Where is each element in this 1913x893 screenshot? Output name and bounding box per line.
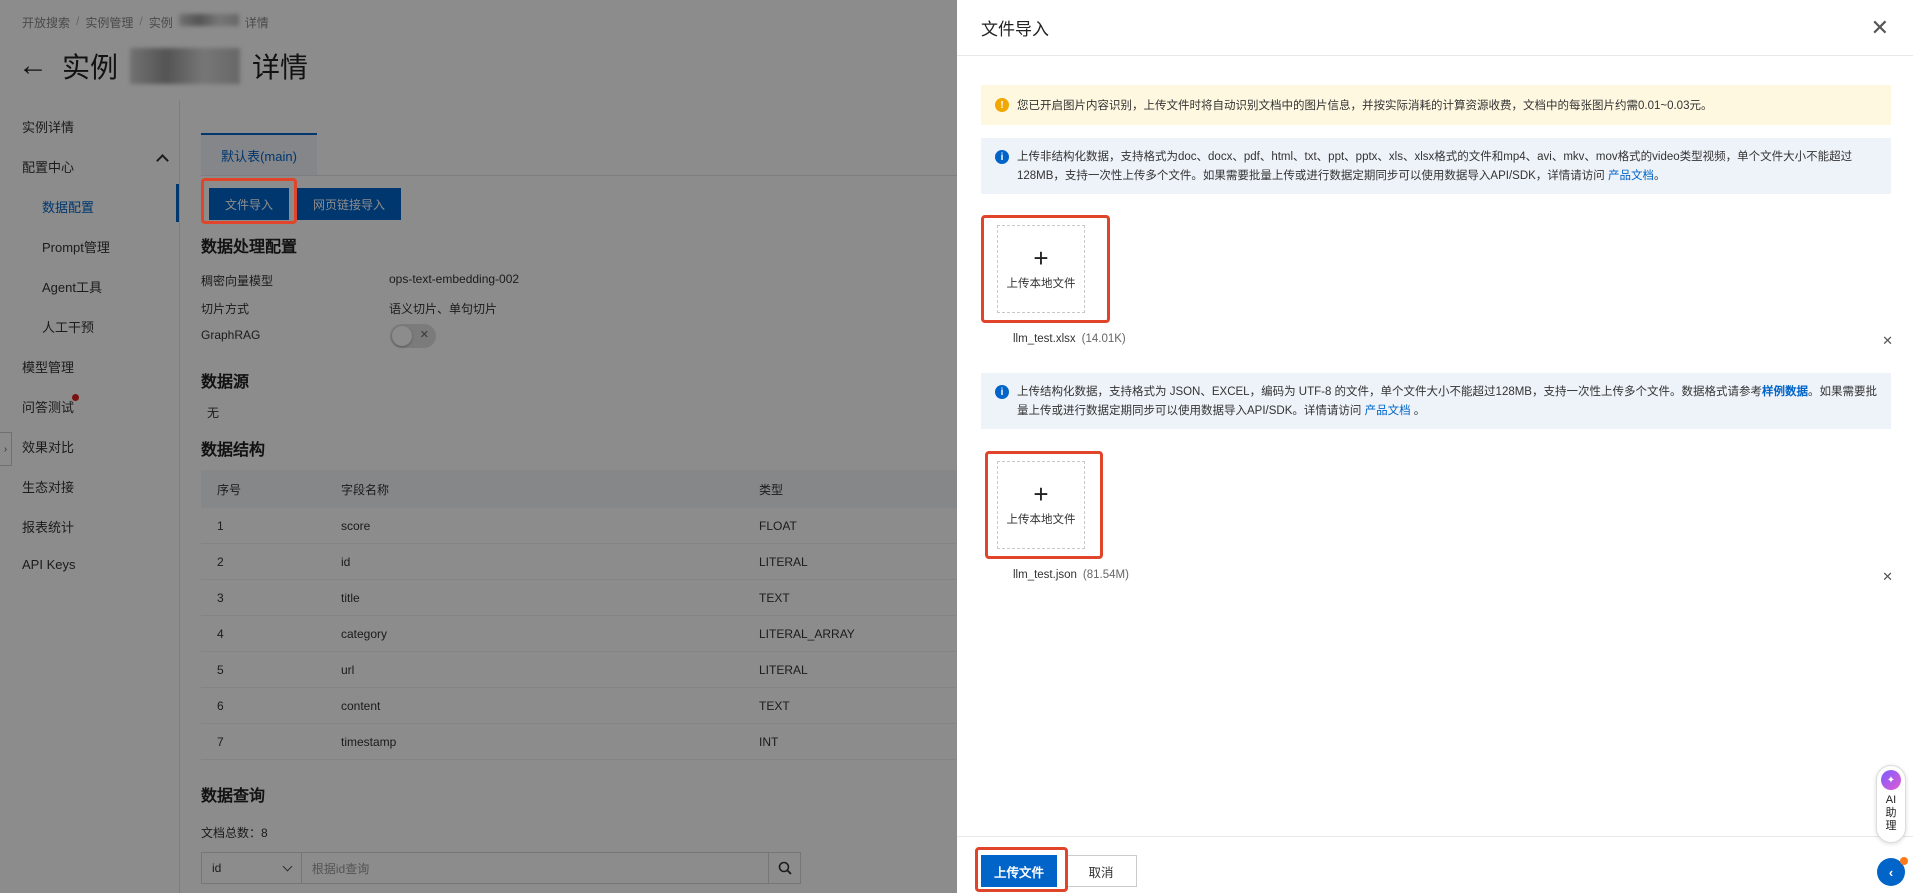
- warning-icon: !: [995, 98, 1009, 112]
- remove-file-icon[interactable]: ✕: [1882, 333, 1893, 349]
- modal-mask[interactable]: [0, 0, 957, 893]
- structured-text-a: 上传结构化数据，支持格式为 JSON、EXCEL，编码为 UTF-8 的文件，单…: [1017, 386, 1762, 398]
- assistant-label: AI: [1885, 794, 1897, 806]
- file-import-drawer: 文件导入 ✕ ! 您已开启图片内容识别，上传文件时将自动识别文档中的图片信息，并…: [957, 0, 1913, 893]
- drawer-footer: 上传文件 取消: [957, 836, 1913, 893]
- plus-icon: +: [1033, 243, 1049, 273]
- structured-info: i 上传结构化数据，支持格式为 JSON、EXCEL，编码为 UTF-8 的文件…: [981, 373, 1891, 429]
- assistant-label: 助: [1885, 807, 1897, 819]
- upload-local-file-structured[interactable]: + 上传本地文件: [997, 461, 1085, 549]
- upload-label: 上传本地文件: [1006, 514, 1076, 526]
- notification-dot: [1900, 857, 1908, 865]
- product-doc-link[interactable]: 产品文档: [1365, 405, 1411, 417]
- remove-file-icon[interactable]: ✕: [1882, 569, 1893, 585]
- assistant-label: 理: [1885, 820, 1897, 832]
- file-size: (81.54M): [1082, 569, 1129, 581]
- product-doc-link[interactable]: 产品文档: [1608, 170, 1654, 182]
- info-icon: i: [995, 385, 1009, 399]
- image-recognition-notice: ! 您已开启图片内容识别，上传文件时将自动识别文档中的图片信息，并按实际消耗的计…: [981, 85, 1891, 125]
- ai-assistant-widget[interactable]: ✦ AI 助 理: [1876, 765, 1906, 843]
- period: 。: [1410, 405, 1426, 417]
- drawer-title: 文件导入: [981, 20, 1049, 39]
- sample-data-link[interactable]: 样例数据: [1762, 386, 1808, 398]
- cancel-button[interactable]: 取消: [1065, 855, 1137, 887]
- upload-local-file-unstructured[interactable]: + 上传本地文件: [997, 225, 1085, 313]
- info-icon: i: [995, 150, 1009, 164]
- file-name: llm_test.xlsx: [1013, 333, 1076, 345]
- file-name: llm_test.json: [1013, 569, 1077, 581]
- plus-icon: +: [1033, 479, 1049, 509]
- file-list-item: llm_test.xlsx (14.01K) ✕: [1013, 333, 1893, 349]
- ai-assistant-icon: ✦: [1881, 770, 1901, 790]
- warn-text: 您已开启图片内容识别，上传文件时将自动识别文档中的图片信息，并按实际消耗的计算资…: [1017, 100, 1713, 112]
- file-size: (14.01K): [1081, 333, 1126, 345]
- period: 。: [1654, 170, 1666, 182]
- unstructured-text: 上传非结构化数据，支持格式为doc、docx、pdf、html、txt、ppt、…: [1017, 151, 1853, 182]
- drawer-header: 文件导入 ✕: [957, 0, 1913, 56]
- file-list-item: llm_test.json (81.54M) ✕: [1013, 569, 1893, 585]
- close-icon[interactable]: ✕: [1871, 16, 1889, 39]
- unstructured-info: i 上传非结构化数据，支持格式为doc、docx、pdf、html、txt、pp…: [981, 138, 1891, 194]
- upload-label: 上传本地文件: [1006, 278, 1076, 290]
- upload-file-button[interactable]: 上传文件: [981, 855, 1057, 887]
